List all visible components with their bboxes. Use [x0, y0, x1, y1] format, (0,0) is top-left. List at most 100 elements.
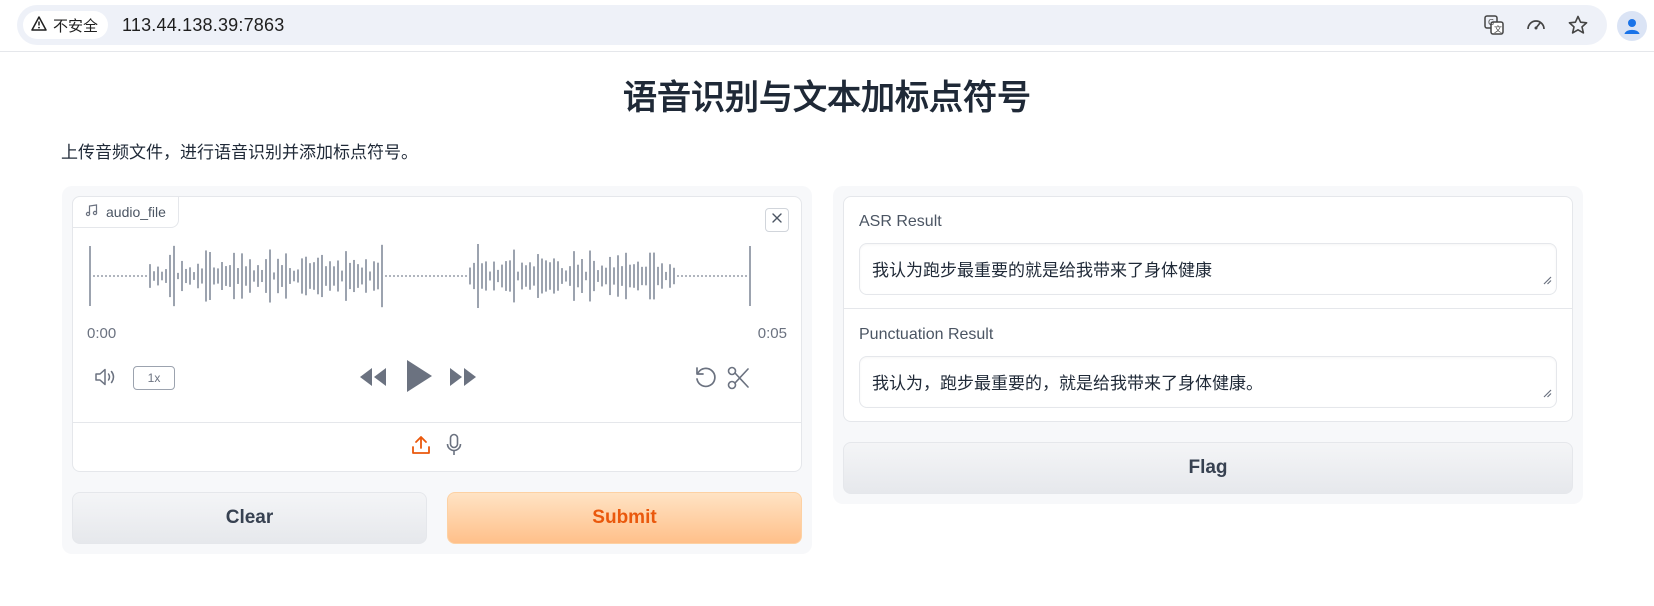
waveform-bar: [521, 262, 523, 290]
warning-icon: [31, 15, 47, 35]
flag-button[interactable]: Flag: [843, 442, 1573, 494]
waveform-bar: [145, 275, 147, 277]
waveform-bar: [169, 254, 171, 298]
waveform-bar: [121, 275, 123, 277]
security-indicator[interactable]: 不安全: [23, 11, 109, 39]
page-title: 语音识别与文本加标点符号: [623, 79, 1031, 117]
waveform-bar: [313, 262, 315, 290]
waveform-bar: [453, 275, 455, 277]
waveform-bar: [253, 270, 255, 282]
waveform-bar: [325, 266, 327, 286]
waveform-bar: [481, 263, 483, 289]
microphone-icon[interactable]: [445, 433, 463, 462]
resize-handle-icon[interactable]: [1543, 383, 1552, 403]
waveform-bar: [501, 264, 503, 288]
waveform-bar: [561, 268, 563, 284]
waveform-bar: [337, 260, 339, 292]
volume-icon[interactable]: [93, 365, 119, 389]
waveform-bar: [301, 258, 303, 294]
waveform-bar: [497, 269, 499, 283]
waveform-bar: [241, 253, 243, 299]
upload-icon[interactable]: [411, 434, 431, 461]
playback-controls: 1x: [73, 357, 803, 397]
clear-audio-button[interactable]: [765, 208, 789, 232]
music-note-icon: [85, 204, 98, 220]
waveform-bar: [677, 275, 679, 277]
waveform-bar: [609, 256, 611, 296]
waveform-bar: [433, 275, 435, 277]
waveform-bar: [373, 261, 375, 291]
audio-waveform[interactable]: [87, 241, 787, 311]
browser-toolbar: 不安全 113.44.138.39:7863 G文: [0, 0, 1654, 52]
waveform-bar: [669, 264, 671, 288]
asr-result-section: ASR Result 我认为跑步最重要的就是给我带来了身体健康: [844, 197, 1572, 309]
waveform-bar: [277, 258, 279, 294]
waveform-bar: [161, 271, 163, 281]
waveform-bar: [417, 275, 419, 277]
waveform-bar: [469, 267, 471, 285]
waveform-bar: [529, 262, 531, 290]
waveform-bar: [613, 267, 615, 285]
waveform-bar: [385, 275, 387, 277]
waveform-bar: [725, 275, 727, 277]
waveform-bar: [645, 266, 647, 286]
waveform-bar: [569, 266, 571, 286]
waveform-bar: [713, 275, 715, 277]
asr-result-textbox[interactable]: 我认为跑步最重要的就是给我带来了身体健康: [859, 243, 1557, 295]
waveform-bar: [489, 271, 491, 281]
punctuation-result-textbox[interactable]: 我认为，跑步最重要的，就是给我带来了身体健康。: [859, 356, 1557, 408]
waveform-bar: [629, 264, 631, 288]
scissors-icon[interactable]: [727, 365, 751, 391]
reset-icon[interactable]: [693, 365, 719, 391]
waveform-bar: [697, 275, 699, 277]
profile-icon[interactable]: [1617, 11, 1647, 41]
waveform-bar: [97, 275, 99, 277]
submit-button[interactable]: Submit: [447, 492, 802, 544]
waveform-bar: [717, 275, 719, 277]
waveform-bar: [105, 275, 107, 277]
waveform-bar: [209, 252, 211, 300]
fast-forward-icon[interactable]: [448, 364, 478, 390]
waveform-bar: [673, 267, 675, 285]
waveform-bar: [309, 263, 311, 289]
waveform-bar: [741, 275, 743, 277]
waveform-bar: [189, 267, 191, 285]
audio-source-selector: [73, 422, 801, 472]
page-description: 上传音频文件，进行语音识别并添加标点符号。: [61, 143, 418, 162]
waveform-bar: [297, 269, 299, 283]
waveform-bar: [449, 275, 451, 277]
waveform-bar: [737, 275, 739, 277]
rewind-icon[interactable]: [358, 364, 388, 390]
performance-icon[interactable]: [1525, 14, 1547, 36]
waveform-bar: [601, 265, 603, 287]
url-text[interactable]: 113.44.138.39:7863: [122, 15, 284, 36]
waveform-bar: [709, 275, 711, 277]
clear-button[interactable]: Clear: [72, 492, 427, 544]
bookmark-star-icon[interactable]: [1567, 14, 1589, 36]
waveform-bar: [193, 272, 195, 280]
play-icon[interactable]: [403, 357, 435, 395]
waveform-bar: [617, 255, 619, 297]
address-bar[interactable]: 不安全 113.44.138.39:7863 G文: [17, 5, 1607, 45]
waveform-bar: [525, 265, 527, 287]
resize-handle-icon[interactable]: [1543, 270, 1552, 290]
playback-speed-button[interactable]: 1x: [133, 366, 175, 390]
waveform-bar: [537, 254, 539, 298]
waveform-bar: [657, 266, 659, 286]
security-label: 不安全: [53, 17, 99, 35]
output-panel: ASR Result 我认为跑步最重要的就是给我带来了身体健康 Punctuat…: [833, 186, 1583, 504]
translate-icon[interactable]: G文: [1483, 14, 1505, 36]
waveform-bar: [593, 260, 595, 292]
waveform-bar: [157, 266, 159, 286]
waveform-bar: [177, 272, 179, 280]
waveform-bar: [213, 267, 215, 285]
waveform-bar: [429, 275, 431, 277]
waveform-bar: [197, 263, 199, 289]
waveform-bar: [273, 272, 275, 280]
waveform-bar: [541, 258, 543, 294]
waveform-bar: [229, 265, 231, 287]
waveform-bar: [317, 257, 319, 295]
waveform-bar: [553, 258, 555, 294]
waveform-bar: [245, 266, 247, 286]
waveform-bar: [637, 261, 639, 291]
